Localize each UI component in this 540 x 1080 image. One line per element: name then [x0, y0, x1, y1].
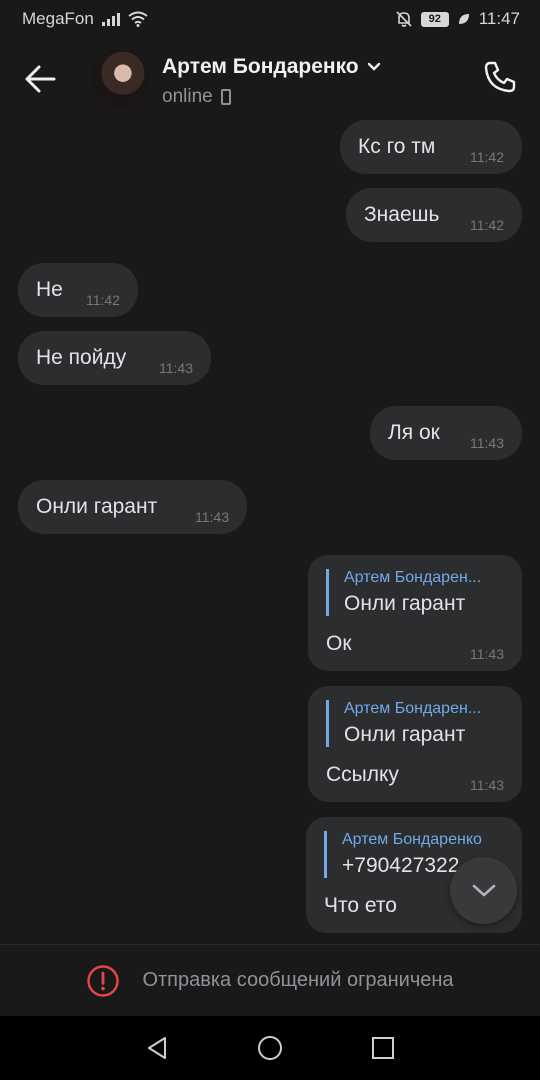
- reply-author: Артем Бондаренко: [342, 831, 482, 848]
- chevron-down-icon: [472, 884, 495, 896]
- wifi-icon: [128, 11, 148, 27]
- battery-icon: 92: [420, 11, 449, 27]
- message-time: 11:43: [470, 435, 504, 451]
- message-time: 11:43: [470, 646, 504, 662]
- restriction-text: Отправка сообщений ограничена: [142, 969, 454, 991]
- leaf-icon: [458, 14, 469, 24]
- carrier-label: MegaFon: [22, 9, 94, 28]
- message-incoming[interactable]: Не 11:42: [18, 263, 138, 317]
- nav-recents-button[interactable]: [363, 1028, 403, 1068]
- battery-level: 92: [428, 13, 441, 25]
- status-right: 92 11:47: [395, 9, 520, 29]
- message-time: 11:42: [86, 292, 120, 308]
- message-time: 11:42: [470, 217, 504, 233]
- message-text: Ок: [326, 632, 352, 655]
- mobile-device-icon: [220, 89, 231, 105]
- mute-bell-icon: [396, 11, 412, 27]
- online-label: online: [162, 86, 213, 107]
- reply-quote[interactable]: Артем Бондарен... Онли гарант: [326, 700, 506, 747]
- message-incoming[interactable]: Онли гарант 11:43: [18, 480, 247, 534]
- message-time: 11:43: [159, 360, 193, 376]
- reply-text: Онли гарант: [344, 592, 466, 615]
- message-text: Знаешь: [364, 203, 440, 226]
- arrow-left-icon: [25, 65, 56, 93]
- contact-status: online: [162, 86, 231, 108]
- status-bar: MegaFon 92 11:47: [0, 0, 540, 38]
- message-outgoing[interactable]: Ля ок 11:43: [370, 406, 522, 460]
- reply-author: Артем Бондарен...: [344, 700, 482, 717]
- message-outgoing-reply[interactable]: Артем Бондарен... Онли гарант Ок 11:43: [308, 555, 522, 671]
- message-text: Ля ок: [388, 421, 440, 444]
- contact-name-button[interactable]: Артем Бондаренко: [162, 55, 381, 79]
- message-outgoing-reply[interactable]: Артем Бондарен... Онли гарант Ссылку 11:…: [308, 686, 522, 802]
- status-left: MegaFon: [22, 9, 148, 29]
- square-recents-icon: [372, 1037, 395, 1059]
- call-button[interactable]: [482, 59, 518, 95]
- message-text: Онли гарант: [36, 495, 158, 518]
- message-text: Кс го тм: [358, 135, 436, 158]
- avatar[interactable]: [91, 50, 149, 108]
- message-text: Не: [36, 278, 63, 301]
- circle-home-icon: [257, 1036, 282, 1060]
- message-text: Ссылку: [326, 763, 399, 786]
- nav-back-button[interactable]: [137, 1028, 177, 1068]
- message-time: 11:43: [470, 777, 504, 793]
- system-nav-bar: [0, 1016, 540, 1080]
- message-outgoing[interactable]: Кс го тм 11:42: [340, 120, 522, 174]
- reply-quote[interactable]: Артем Бондарен... Онли гарант: [326, 569, 506, 616]
- triangle-back-icon: [147, 1037, 166, 1059]
- nav-home-button[interactable]: [250, 1028, 290, 1068]
- clock: 11:47: [478, 9, 520, 28]
- message-time: 11:43: [195, 509, 229, 525]
- reply-text: Онли гарант: [344, 723, 466, 746]
- message-incoming[interactable]: Не пойду 11:43: [18, 331, 211, 385]
- chevron-down-icon: [367, 62, 380, 71]
- message-text: Что ето: [324, 894, 397, 917]
- message-list[interactable]: Кс го тм 11:42 Знаешь 11:42 Не 11:42 Не …: [0, 120, 540, 944]
- message-time: 11:42: [470, 149, 504, 165]
- contact-name: Артем Бондаренко: [162, 55, 359, 78]
- chat-header: Артем Бондаренко online: [0, 38, 540, 120]
- message-outgoing[interactable]: Знаешь 11:42: [346, 188, 522, 242]
- back-button[interactable]: [22, 62, 60, 96]
- warning-icon: [87, 964, 120, 997]
- message-text: Не пойду: [36, 346, 127, 369]
- scroll-down-button[interactable]: [450, 857, 517, 924]
- reply-author: Артем Бондарен...: [344, 569, 482, 586]
- messaging-restricted-bar: Отправка сообщений ограничена: [0, 944, 540, 1016]
- phone-icon: [484, 61, 516, 93]
- signal-icon: [101, 12, 120, 26]
